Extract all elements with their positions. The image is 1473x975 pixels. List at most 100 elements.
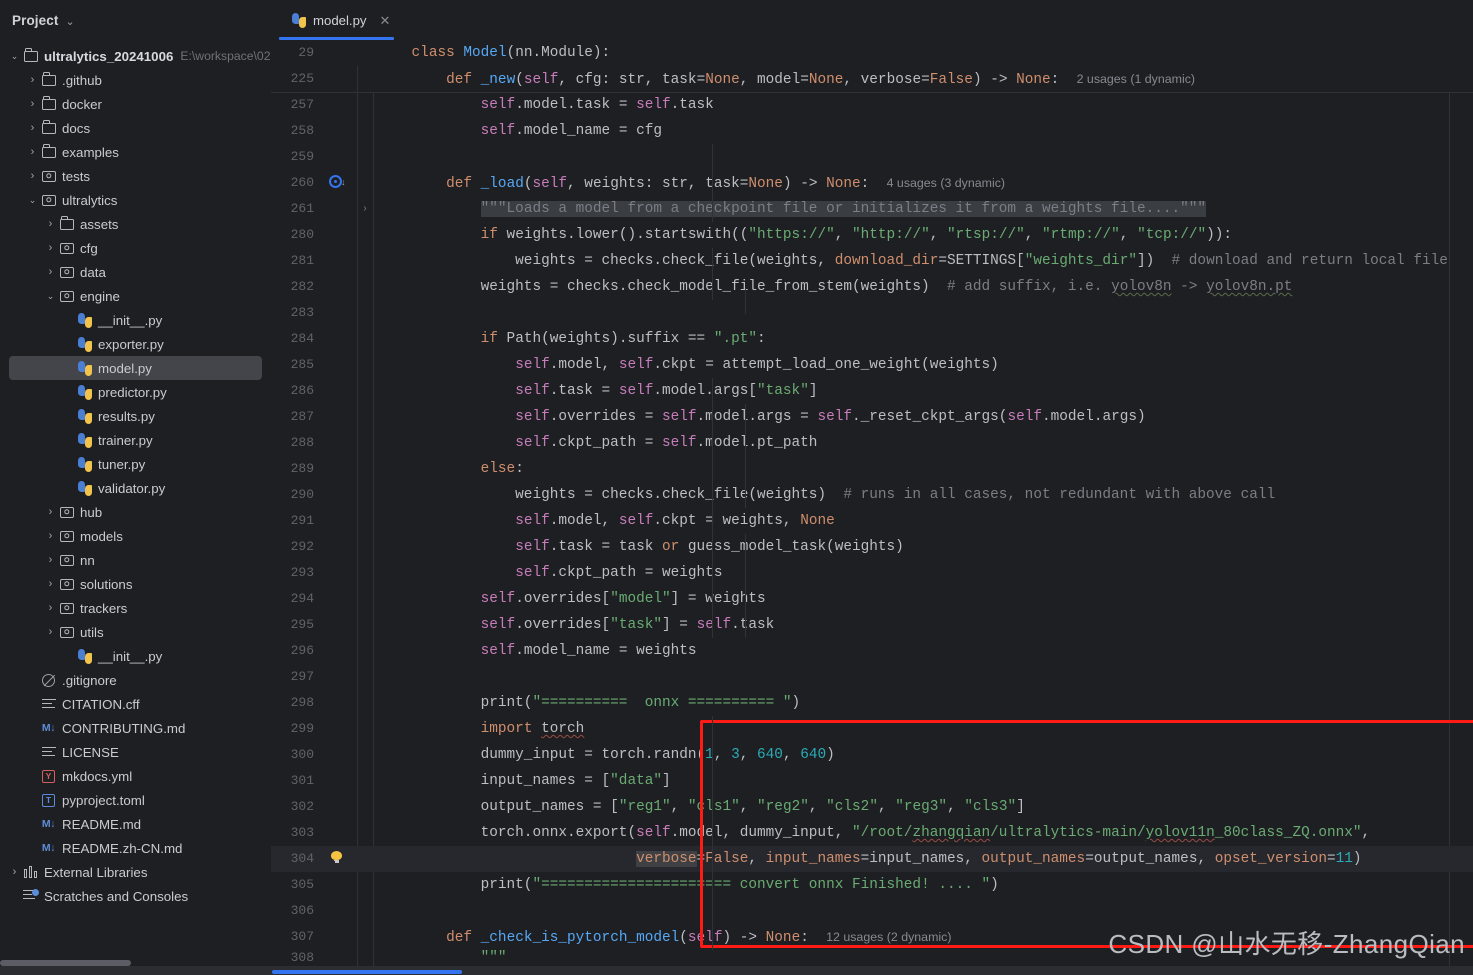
tree-item[interactable]: results.py [0,404,271,428]
code-line[interactable]: 284 if Path(weights).suffix == ".pt": [271,326,1473,352]
chevron-right-icon[interactable]: › [44,626,57,638]
code-line[interactable]: 283 [271,300,1473,326]
editor-horizontal-scrollbar-thumb[interactable] [272,970,462,974]
code-line[interactable]: 29 class Model(nn.Module): [271,40,1473,66]
code-line[interactable]: 294 self.overrides["model"] = weights [271,586,1473,612]
code-lines-container[interactable]: 29 class Model(nn.Module): 225 def _new(s… [271,40,1473,966]
code-editor[interactable]: 29 class Model(nn.Module): 225 def _new(s… [271,40,1473,975]
tree-item[interactable]: › solutions [0,572,271,596]
code-line[interactable]: 306 [271,898,1473,924]
lightbulb-icon[interactable] [319,846,357,872]
chevron-right-icon[interactable]: › [26,146,39,158]
tree-item[interactable]: › examples [0,140,271,164]
code-line[interactable]: 288 self.ckpt_path = self.model.pt_path [271,430,1473,456]
chevron-right-icon[interactable]: › [44,578,57,590]
code-line[interactable]: 299 import torch [271,716,1473,742]
tree-item[interactable]: Scratches and Consoles [0,884,271,908]
code-line[interactable]: 260 ↓ def _load(self, weights: str, task=… [271,170,1473,196]
code-line[interactable]: 225 def _new(self, cfg: str, task=None, … [271,66,1473,92]
tree-item[interactable]: __init__.py [0,644,271,668]
tree-item[interactable]: › cfg [0,236,271,260]
chevron-right-icon[interactable]: › [44,602,57,614]
code-line[interactable]: 295 self.overrides["task"] = self.task [271,612,1473,638]
code-line[interactable]: 280 if weights.lower().startswith(("http… [271,222,1473,248]
code-line[interactable]: 290 weights = checks.check_file(weights)… [271,482,1473,508]
code-line[interactable]: 281 weights = checks.check_file(weights,… [271,248,1473,274]
tree-item[interactable]: predictor.py [0,380,271,404]
tree-item[interactable]: › data [0,260,271,284]
code-line[interactable]: 257 self.model.task = self.task [271,92,1473,118]
tree-item[interactable]: CITATION.cff [0,692,271,716]
code-text: self.model_name = weights [480,643,697,659]
code-line[interactable]: 303 torch.onnx.export(self.model, dummy_… [271,820,1473,846]
chevron-right-icon[interactable]: › [26,98,39,110]
tree-item[interactable]: Ymkdocs.yml [0,764,271,788]
chevron-right-icon[interactable]: › [26,170,39,182]
run-target-icon[interactable]: ↓ [319,170,357,196]
code-line[interactable]: 282 weights = checks.check_model_file_fr… [271,274,1473,300]
tree-item[interactable]: tuner.py [0,452,271,476]
tree-item[interactable]: trainer.py [0,428,271,452]
tree-item[interactable]: › trackers [0,596,271,620]
chevron-right-icon[interactable]: › [26,74,39,86]
code-line[interactable]: 296 self.model_name = weights [271,638,1473,664]
chevron-right-icon[interactable]: › [44,218,57,230]
chevron-down-icon[interactable]: ⌄ [65,15,74,28]
tree-item[interactable]: › hub [0,500,271,524]
chevron-down-icon[interactable]: ⌄ [8,51,21,61]
tree-item[interactable]: › docker [0,92,271,116]
chevron-down-icon[interactable]: ⌄ [26,195,39,205]
code-line[interactable]: 261 › """Loads a model from a checkpoint … [271,196,1473,222]
tab-model-py[interactable]: model.py ✕ [279,0,400,40]
code-line[interactable]: 292 self.task = task or guess_model_task… [271,534,1473,560]
tree-item[interactable]: __init__.py [0,308,271,332]
tree-item[interactable]: › utils [0,620,271,644]
tree-item[interactable]: › External Libraries [0,860,271,884]
chevron-right-icon[interactable]: › [8,866,21,878]
fold-arrow-icon[interactable]: › [357,196,373,222]
chevron-right-icon[interactable]: › [26,122,39,134]
tree-item[interactable]: exporter.py [0,332,271,356]
code-line[interactable]: 301 input_names = ["data"] [271,768,1473,794]
tree-item[interactable]: › docs [0,116,271,140]
tree-item[interactable]: › .github [0,68,271,92]
code-line[interactable]: 287 self.overrides = self.model.args = s… [271,404,1473,430]
tree-item[interactable]: › nn [0,548,271,572]
code-line[interactable]: 300 dummy_input = torch.randn(1, 3, 640,… [271,742,1473,768]
code-line[interactable]: 259 [271,144,1473,170]
tree-item[interactable]: ⌄ ultralytics_20241006 E:\workspace\02 [0,44,271,68]
project-file-tree[interactable]: ⌄ ultralytics_20241006 E:\workspace\02 › .gi… [0,40,271,908]
code-line[interactable]: 297 [271,664,1473,690]
chevron-right-icon[interactable]: › [44,554,57,566]
code-line[interactable]: 291 self.model, self.ckpt = weights, Non… [271,508,1473,534]
code-line[interactable]: 293 self.ckpt_path = weights [271,560,1473,586]
tree-item[interactable]: M↓ README.md [0,812,271,836]
code-line[interactable]: 258 self.model_name = cfg [271,118,1473,144]
code-line[interactable]: 302 output_names = ["reg1", "cls1", "reg… [271,794,1473,820]
chevron-right-icon[interactable]: › [44,266,57,278]
tree-item[interactable]: › tests [0,164,271,188]
tree-item[interactable]: validator.py [0,476,271,500]
code-line[interactable]: 285 self.model, self.ckpt = attempt_load… [271,352,1473,378]
code-line[interactable]: 305 print("====================== conver… [271,872,1473,898]
tree-item[interactable]: › models [0,524,271,548]
tree-item[interactable]: LICENSE [0,740,271,764]
tree-item[interactable]: ⌄ engine [0,284,271,308]
code-line[interactable]: 286 self.task = self.model.args["task"] [271,378,1473,404]
tree-item[interactable]: Tpyproject.toml [0,788,271,812]
tree-item[interactable]: .gitignore [0,668,271,692]
project-tool-window-header[interactable]: Project ⌄ [0,0,271,40]
tree-item-selected[interactable]: model.py [9,356,262,380]
tree-item[interactable]: M↓ CONTRIBUTING.md [0,716,271,740]
tree-item[interactable]: › assets [0,212,271,236]
chevron-down-icon[interactable]: ⌄ [44,291,57,301]
code-line[interactable]: 289 else: [271,456,1473,482]
code-line[interactable]: 298 print("========== onnx ========== ") [271,690,1473,716]
tree-item[interactable]: M↓ README.zh-CN.md [0,836,271,860]
chevron-right-icon[interactable]: › [44,242,57,254]
chevron-right-icon[interactable]: › [44,506,57,518]
tree-item[interactable]: ⌄ ultralytics [0,188,271,212]
code-line[interactable]: 304 verbose=False, input_names=input_nam… [271,846,1473,872]
chevron-right-icon[interactable]: › [44,530,57,542]
close-icon[interactable]: ✕ [380,14,391,27]
